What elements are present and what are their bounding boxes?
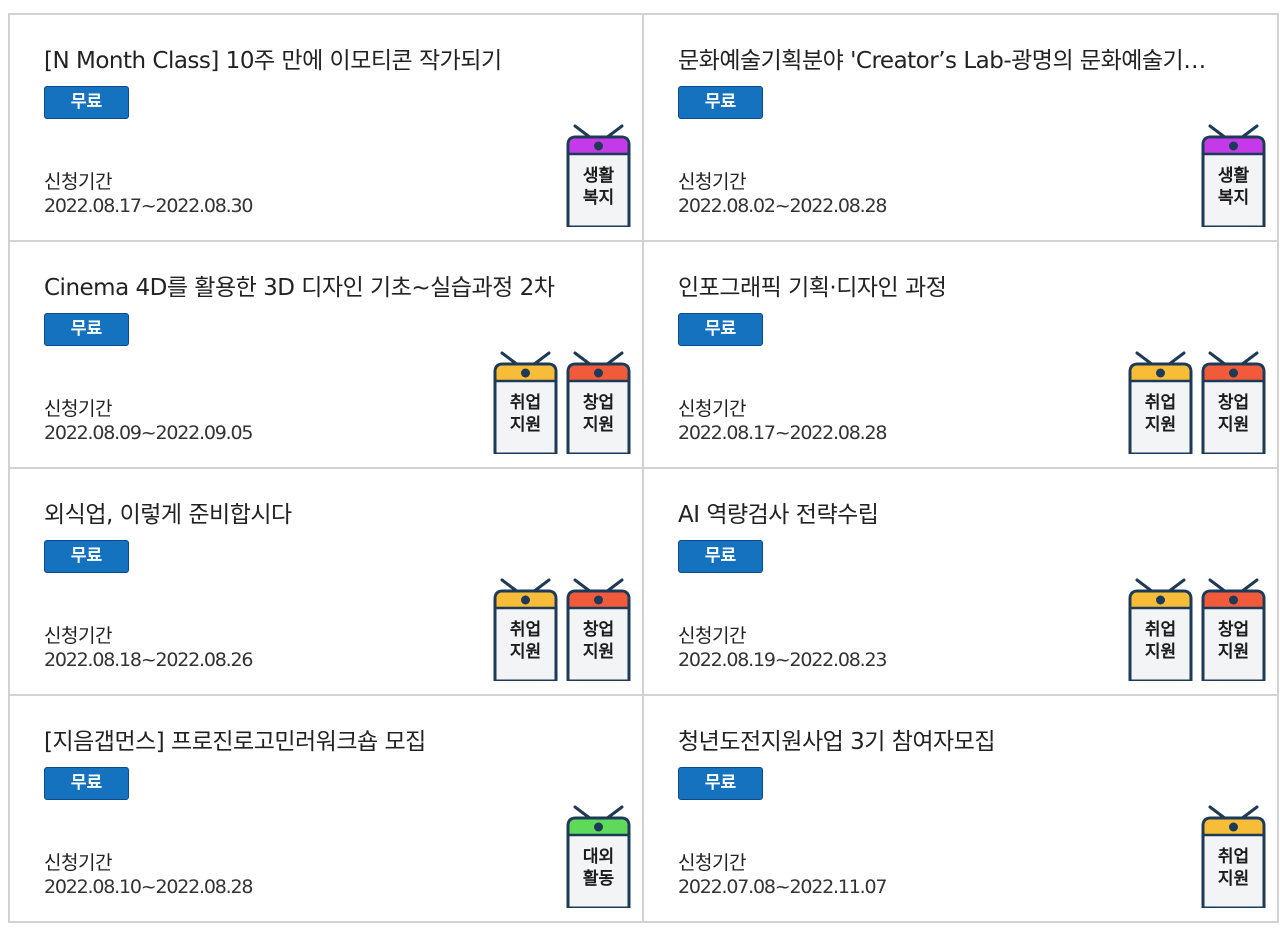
program-card[interactable]: Cinema 4D를 활용한 3D 디자인 기초~실습과정 2차무료신청기간 20… (10, 242, 644, 469)
program-title[interactable]: [지음갭먼스] 프로진로고민러워크숍 모집 (44, 726, 618, 758)
category-tag-label: 창업 지원 (1217, 620, 1250, 662)
category-tag-label: 생활 복지 (1217, 166, 1250, 208)
category-tags: 취업 지원 창업 지원 (1127, 577, 1267, 681)
category-tags: 생활 복지 (1200, 123, 1267, 227)
free-badge: 무료 (44, 767, 129, 800)
program-card[interactable]: 외식업, 이렇게 준비합시다무료신청기간 2022.08.18~2022.08.2… (10, 469, 644, 696)
program-card[interactable]: 문화예술기획분야 'Creator’s Lab-광명의 문화예술기… 무료신청기간… (644, 15, 1279, 242)
category-tag: 취업 지원 (1200, 804, 1267, 908)
program-title[interactable]: 청년도전지원사업 3기 참여자모집 (678, 726, 1253, 758)
program-title[interactable]: 인포그래픽 기획·디자인 과정 (678, 272, 1253, 304)
application-period-dates: 2022.07.08~2022.11.07 (678, 876, 887, 898)
application-period-dates: 2022.08.19~2022.08.23 (678, 649, 887, 671)
program-title[interactable]: 외식업, 이렇게 준비합시다 (44, 499, 618, 531)
category-tags: 취업 지원 창업 지원 (492, 350, 632, 454)
application-period-label: 신청기간 (678, 852, 746, 874)
application-period-dates: 2022.08.18~2022.08.26 (44, 649, 253, 671)
category-tag-label: 대외 활동 (582, 847, 615, 889)
category-tags: 취업 지원 창업 지원 (1127, 350, 1267, 454)
category-tag-label: 취업 지원 (1217, 847, 1250, 889)
program-card[interactable]: [지음갭먼스] 프로진로고민러워크숍 모집무료신청기간 2022.08.10~20… (10, 696, 644, 923)
category-tag: 대외 활동 (565, 804, 632, 908)
application-period-label: 신청기간 (44, 398, 112, 420)
category-tag: 창업 지원 (1200, 577, 1267, 681)
category-tag: 창업 지원 (565, 350, 632, 454)
category-tags: 취업 지원 (1200, 804, 1267, 908)
category-tag-label: 취업 지원 (1144, 620, 1177, 662)
category-tag-label: 취업 지원 (509, 620, 542, 662)
free-badge: 무료 (678, 86, 763, 119)
free-badge: 무료 (678, 767, 763, 800)
category-tag-label: 창업 지원 (582, 393, 615, 435)
free-badge: 무료 (678, 540, 763, 573)
category-tag: 취업 지원 (492, 577, 559, 681)
application-period-label: 신청기간 (44, 171, 112, 193)
application-period-label: 신청기간 (44, 852, 112, 874)
category-tag-label: 창업 지원 (582, 620, 615, 662)
application-period-dates: 2022.08.10~2022.08.28 (44, 876, 253, 898)
application-period-label: 신청기간 (44, 625, 112, 647)
category-tags: 대외 활동 (565, 804, 632, 908)
category-tag-label: 취업 지원 (1144, 393, 1177, 435)
category-tag: 취업 지원 (1127, 577, 1194, 681)
category-tag-label: 생활 복지 (582, 166, 615, 208)
free-badge: 무료 (44, 86, 129, 119)
category-tag: 생활 복지 (1200, 123, 1267, 227)
application-period-dates: 2022.08.09~2022.09.05 (44, 422, 253, 444)
program-title[interactable]: AI 역량검사 전략수립 (678, 499, 1253, 531)
category-tag: 생활 복지 (565, 123, 632, 227)
application-period-dates: 2022.08.17~2022.08.28 (678, 422, 887, 444)
category-tag-label: 취업 지원 (509, 393, 542, 435)
category-tag: 창업 지원 (565, 577, 632, 681)
category-tag-label: 창업 지원 (1217, 393, 1250, 435)
program-card[interactable]: 청년도전지원사업 3기 참여자모집무료신청기간 2022.07.08~2022.1… (644, 696, 1279, 923)
category-tag: 취업 지원 (492, 350, 559, 454)
category-tag: 취업 지원 (1127, 350, 1194, 454)
category-tag: 창업 지원 (1200, 350, 1267, 454)
program-grid: [N Month Class] 10주 만에 이모티콘 작가되기 무료 신청기간 20… (8, 13, 1279, 923)
category-tags: 생활 복지 (565, 123, 632, 227)
application-period-dates: 2022.08.17~2022.08.30 (44, 195, 253, 217)
program-card[interactable]: [N Month Class] 10주 만에 이모티콘 작가되기무료신청기간 20… (10, 15, 644, 242)
program-title[interactable]: 문화예술기획분야 'Creator’s Lab-광명의 문화예술기… (678, 45, 1253, 77)
program-card[interactable]: AI 역량검사 전략수립무료신청기간 2022.08.19~2022.08.23 취… (644, 469, 1279, 696)
application-period-label: 신청기간 (678, 398, 746, 420)
free-badge: 무료 (44, 313, 129, 346)
program-title[interactable]: [N Month Class] 10주 만에 이모티콘 작가되기 (44, 45, 618, 77)
program-card[interactable]: 인포그래픽 기획·디자인 과정무료신청기간 2022.08.17~2022.08.… (644, 242, 1279, 469)
application-period-label: 신청기간 (678, 171, 746, 193)
application-period-dates: 2022.08.02~2022.08.28 (678, 195, 887, 217)
application-period-label: 신청기간 (678, 625, 746, 647)
category-tags: 취업 지원 창업 지원 (492, 577, 632, 681)
free-badge: 무료 (678, 313, 763, 346)
free-badge: 무료 (44, 540, 129, 573)
program-title[interactable]: Cinema 4D를 활용한 3D 디자인 기초~실습과정 2차 (44, 272, 618, 304)
